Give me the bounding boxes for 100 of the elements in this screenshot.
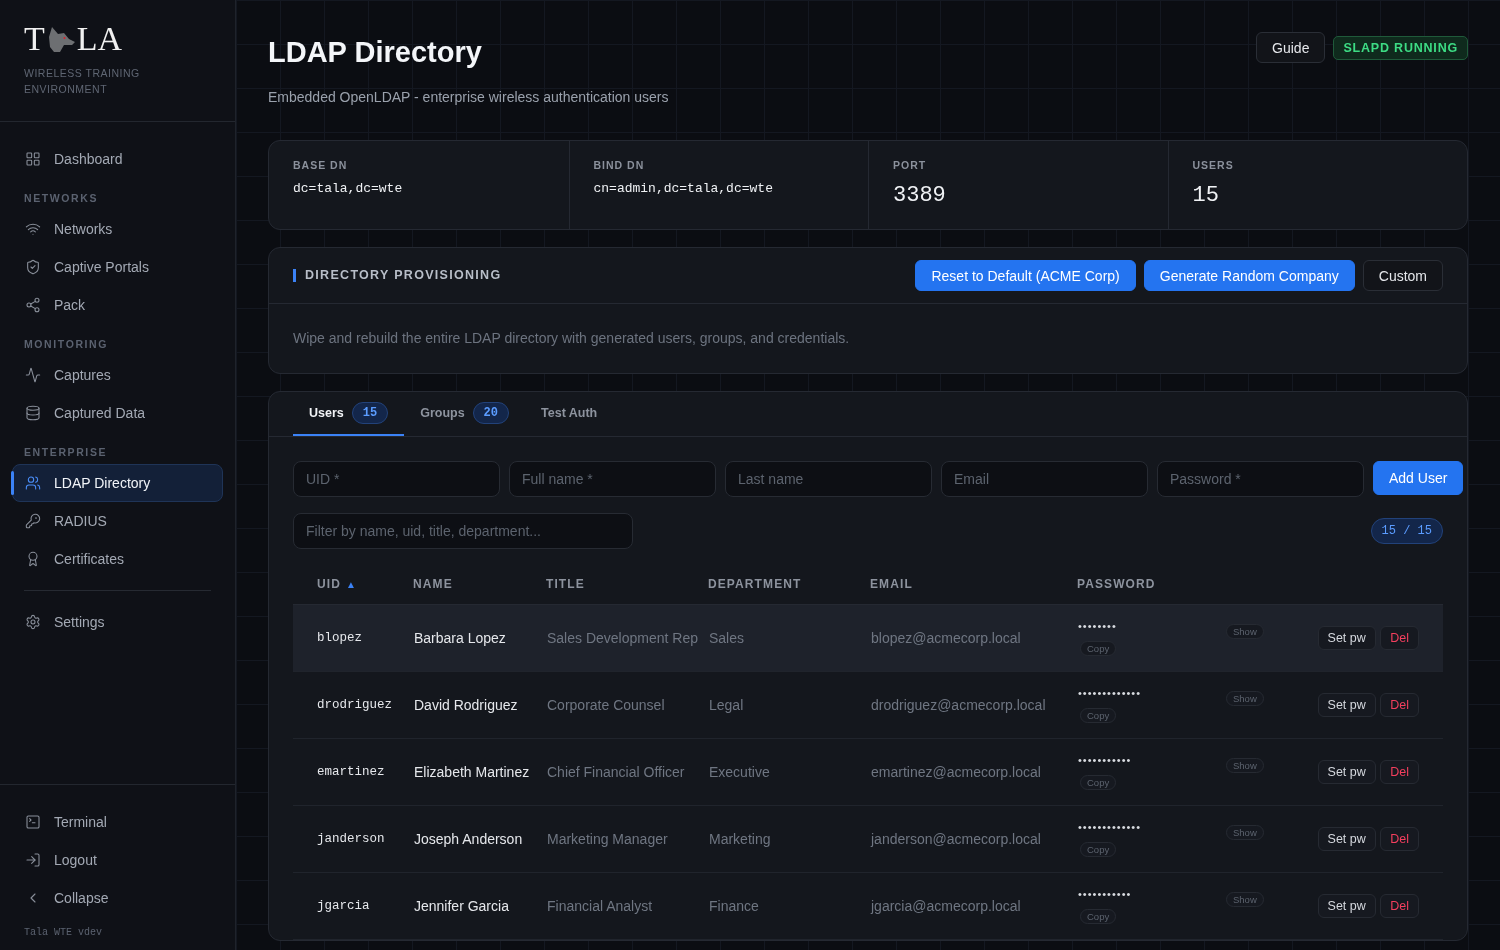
input-field[interactable]: Last name [725,461,932,497]
set-password-button[interactable]: Set pw [1317,826,1376,851]
table-row[interactable]: jgarcia Jennifer Garcia Financial Analyst Finance jgarcia@acmecorp.local ••••••••••• Copy Show Set pw Del [293,872,1443,939]
title-cell: Sales Development Rep [546,604,708,671]
password-mask: ••••••••••••• [1078,820,1143,833]
delete-button[interactable]: Del [1380,692,1419,717]
logo-letters: LA [76,22,123,56]
uid-cell: drodriguez [293,671,413,738]
count-badge: 20 [472,402,509,424]
status-badge: SLAPD RUNNING [1333,35,1468,60]
set-password-button[interactable]: Set pw [1317,893,1376,918]
name-cell: Joseph Anderson [413,805,546,872]
provision-button[interactable]: Generate Random Company [1143,260,1355,291]
table-row[interactable]: blopez Barbara Lopez Sales Development Rep Sales blopez@acmecorp.local •••••••• Copy Show Set pw Del [293,604,1443,671]
version-label: Tala WTE vdev [23,926,103,938]
nav-item[interactable]: Logout [12,841,223,879]
nav-item[interactable]: Captive Portals [12,248,223,286]
column-header[interactable]: EMAIL [870,565,1077,604]
provisioning-description: Wipe and rebuild the entire LDAP directory with generated users, groups, and credentials. [292,329,851,348]
nav-section-label: NETWORKS [23,191,100,206]
add-user-button[interactable]: Add User [1373,461,1464,495]
nav-item[interactable]: RADIUS [12,502,223,540]
input-field[interactable]: Full name * [509,461,716,497]
password-mask: ••••••••••• [1078,753,1133,766]
provision-button[interactable]: Custom [1362,260,1443,291]
column-header[interactable]: TITLE [546,565,708,604]
tab[interactable]: Test Auth [525,392,614,436]
password-mask: ••••••••••••• [1078,686,1143,699]
nav-item[interactable]: Networks [12,210,223,248]
email-cell: blopez@acmecorp.local [870,604,1077,671]
uid-cell: jgarcia [293,872,413,939]
password-mask: •••••••• [1078,619,1118,632]
nav-item[interactable]: Terminal [12,803,223,841]
password-mask: ••••••••••• [1078,887,1133,900]
users-icon [25,475,41,491]
department-cell: Finance [708,872,870,939]
logo-letter: T [24,22,45,56]
page-subtitle: Embedded OpenLDAP - enterprise wireless authentication users [268,89,669,105]
logout-icon [25,852,41,868]
delete-button[interactable]: Del [1380,826,1419,851]
column-header[interactable]: PASSWORD [1077,565,1225,604]
title-cell: Corporate Counsel [546,671,708,738]
nav-item[interactable]: Certificates [12,540,223,578]
stat-value: dc=tala,dc=wte [293,181,404,196]
uid-cell: emartinez [293,738,413,805]
table-row[interactable]: emartinez Elizabeth Martinez Chief Financial Officer Executive emartinez@acmecorp.local ••••••••••• Copy Show Set pw Del [293,738,1443,805]
shield-icon [25,259,41,275]
database-icon [25,405,41,421]
delete-button[interactable]: Del [1380,759,1419,784]
department-cell: Legal [708,671,870,738]
input-field[interactable]: UID * [293,461,500,497]
email-cell: drodriguez@acmecorp.local [870,671,1077,738]
department-cell: Marketing [708,805,870,872]
column-header[interactable]: NAME [413,565,546,604]
pulse-icon [25,367,41,383]
email-cell: emartinez@acmecorp.local [870,738,1077,805]
nav-item[interactable]: Captured Data [12,394,223,432]
wifi-icon [25,221,41,237]
section-title: DIRECTORY PROVISIONING [293,269,502,282]
title-cell: Financial Analyst [546,872,708,939]
set-password-button[interactable]: Set pw [1317,692,1376,717]
uid-cell: blopez [293,604,413,671]
provision-button[interactable]: Reset to Default (ACME Corp) [915,260,1136,291]
nav-section-label: ENTERPRISE [23,445,109,460]
count-badge: 15 [351,402,389,424]
tab[interactable]: Users 15 [293,392,405,436]
column-header[interactable]: DEPARTMENT [708,565,870,604]
nav-item[interactable]: Pack [12,286,223,324]
name-cell: Elizabeth Martinez [413,738,546,805]
name-cell: David Rodriguez [413,671,546,738]
sort-icon: ▲ [345,579,357,591]
column-header[interactable]: UID ▲ [293,565,413,604]
delete-button[interactable]: Del [1380,625,1419,650]
nav-item[interactable]: Captures [12,356,223,394]
set-password-button[interactable]: Set pw [1317,625,1376,650]
nav-item[interactable]: Collapse [12,879,223,917]
stat-label: BASE DN [293,159,349,171]
email-cell: jgarcia@acmecorp.local [870,872,1077,939]
input-field[interactable]: Password * [1157,461,1364,497]
stat-value: 15 [1192,183,1220,208]
award-icon [25,551,41,567]
department-cell: Executive [708,738,870,805]
name-cell: Barbara Lopez [413,604,546,671]
set-password-button[interactable]: Set pw [1317,759,1376,784]
tab[interactable]: Groups 20 [404,392,525,436]
key-icon [25,513,41,529]
input-field[interactable]: Email [941,461,1148,497]
table-row[interactable]: drodriguez David Rodriguez Corporate Counsel Legal drodriguez@acmecorp.local ••••••••••••• Copy Show Set pw Del [293,671,1443,738]
table-row[interactable]: janderson Joseph Anderson Marketing Manager Marketing janderson@acmecorp.local ••••••••••••• Copy Show Set pw Del [293,805,1443,872]
delete-button[interactable]: Del [1380,893,1419,918]
filter-field[interactable]: Filter by name, uid, title, department... [293,513,633,549]
grid-icon [25,151,41,167]
settings-icon [25,614,41,630]
title-cell: Chief Financial Officer [546,738,708,805]
nav-item[interactable]: Dashboard [12,140,223,178]
name-cell: Jennifer Garcia [413,872,546,939]
guide-button[interactable]: Guide [1256,32,1326,63]
nav-item[interactable]: LDAP Directory [12,464,223,502]
stat-value: cn=admin,dc=tala,dc=wte [593,181,774,196]
nav-item[interactable]: Settings [12,603,223,641]
